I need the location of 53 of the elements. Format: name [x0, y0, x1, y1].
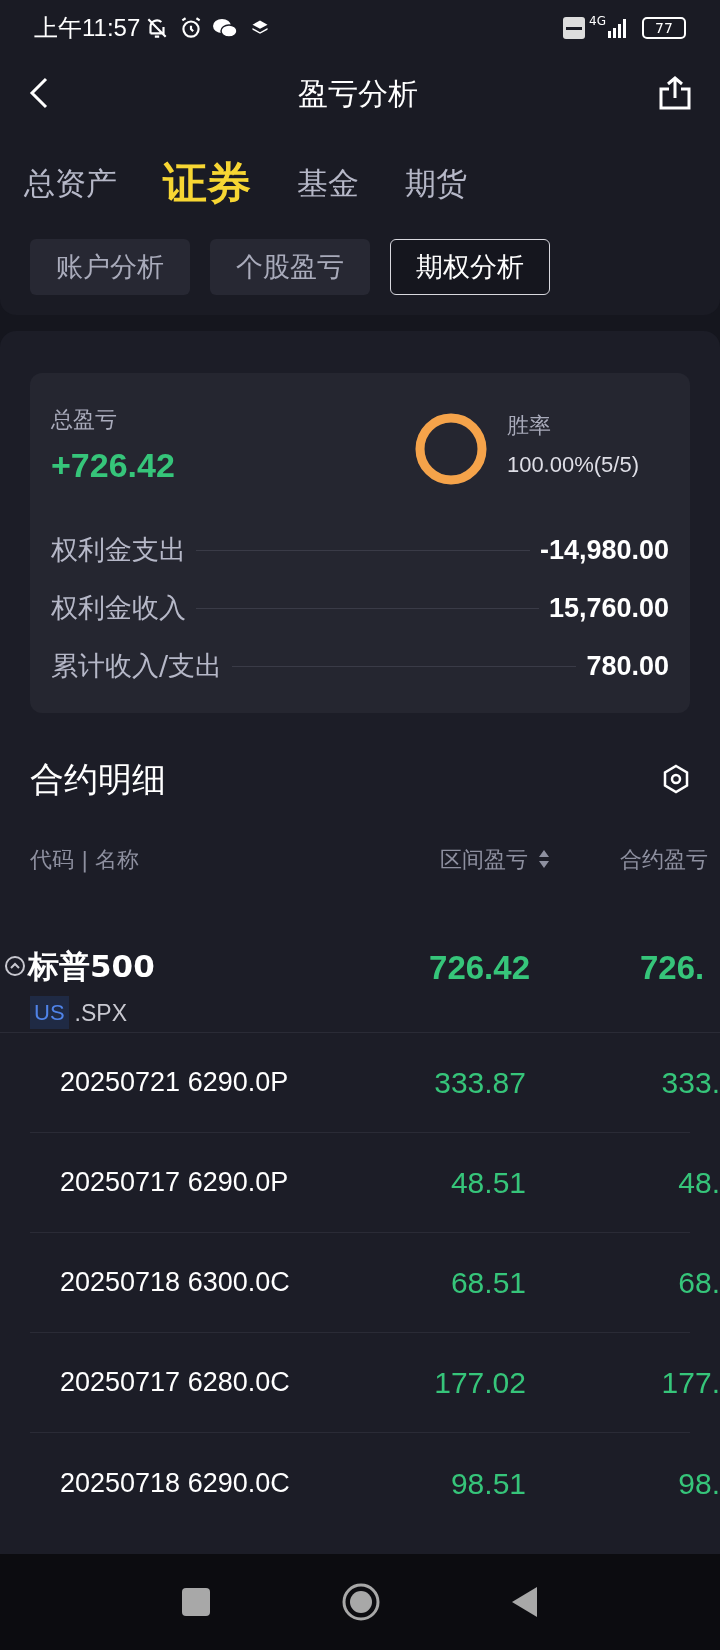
contract-pnl: 68.: [677, 1265, 720, 1301]
metric-value: -14,980.00: [539, 533, 669, 567]
analysis-tab[interactable]: 期权分析: [390, 239, 550, 295]
metric-label: 累计收入/支出: [51, 648, 223, 683]
back-icon[interactable]: [511, 1586, 539, 1618]
contract-pnl: 98.: [677, 1465, 720, 1502]
analysis-tab[interactable]: 个股盈亏: [210, 239, 370, 295]
contract-pnl: 333.: [660, 1065, 720, 1101]
section-title: 合约明细: [30, 757, 166, 801]
share-button[interactable]: [658, 75, 692, 111]
metric-label: 权利金支出: [51, 532, 186, 567]
contract-pnl: 48.: [677, 1165, 720, 1201]
market-badge: US: [30, 996, 69, 1030]
period-pnl: 48.51: [449, 1165, 526, 1201]
win-rate-ring-icon: [414, 413, 487, 485]
analysis-tab[interactable]: 账户分析: [30, 239, 190, 295]
metric-label: 权利金收入: [51, 590, 186, 625]
contract-pnl: 726.: [640, 948, 705, 988]
metric-value: 780.00: [586, 649, 669, 683]
metric-value: 15,760.00: [548, 591, 669, 625]
ticker-code: .SPX: [74, 998, 127, 1028]
period-pnl: 98.51: [449, 1465, 526, 1502]
win-rate-value: 100.00%(5/5): [506, 451, 639, 479]
settings-icon[interactable]: [662, 764, 690, 794]
total-pnl-label: 总盈亏: [51, 406, 118, 434]
total-pnl-value: +726.42: [51, 445, 176, 486]
sort-icon[interactable]: [538, 849, 550, 869]
clock-time: 上午11:57: [34, 12, 141, 43]
period-pnl: 177.02: [433, 1365, 526, 1401]
network-type: 4G: [589, 13, 606, 30]
contract-name: 20250718 6300.0C: [59, 1266, 291, 1300]
contract-name: 20250721 6290.0P: [59, 1066, 290, 1100]
period-pnl: 726.42: [428, 948, 530, 988]
contract-name: 20250717 6290.0P: [59, 1166, 290, 1200]
collapse-icon[interactable]: [4, 955, 26, 978]
contract-pnl: 177.: [660, 1365, 720, 1401]
column-header[interactable]: 区间盈亏: [440, 842, 528, 876]
period-pnl: 68.51: [449, 1265, 526, 1301]
win-rate-label: 胜率: [506, 412, 552, 440]
battery-indicator: 77: [642, 16, 686, 39]
page-title: 盈亏分析: [297, 74, 419, 113]
category-tab[interactable]: 总资产: [24, 159, 117, 207]
home-icon[interactable]: [341, 1582, 381, 1622]
contract-name: 20250717 6280.0C: [59, 1366, 291, 1400]
recent-apps-icon[interactable]: [181, 1587, 211, 1617]
column-header: 代码 | 名称: [30, 845, 141, 875]
category-tab[interactable]: 基金: [297, 159, 359, 207]
category-tab[interactable]: 证券: [163, 150, 251, 216]
contract-name: 20250718 6290.0C: [59, 1466, 291, 1500]
period-pnl: 333.87: [433, 1065, 526, 1101]
column-header: 合约盈亏: [620, 845, 708, 874]
underlying-name: 标普500: [28, 947, 155, 986]
category-tab[interactable]: 期货: [405, 159, 467, 207]
